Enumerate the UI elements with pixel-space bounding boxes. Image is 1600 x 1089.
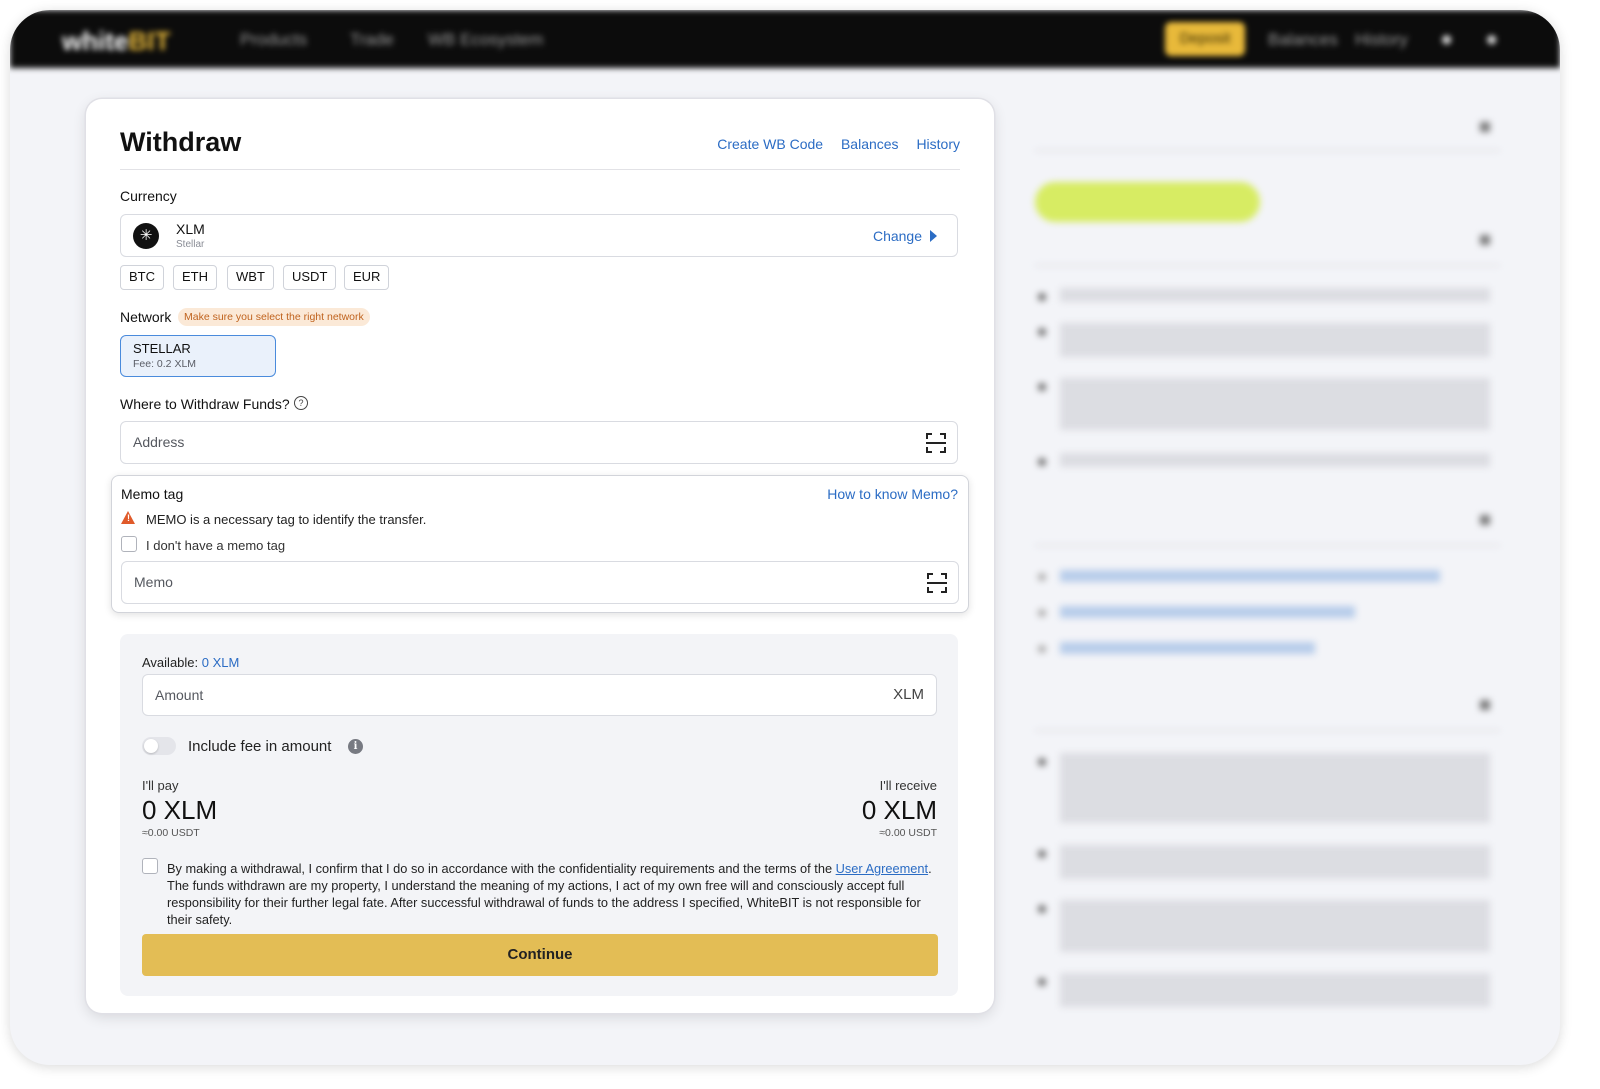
nav-history[interactable]: History — [1355, 30, 1408, 50]
chevron-icon[interactable] — [1480, 235, 1490, 245]
amount-unit: XLM — [893, 686, 924, 703]
currency-code: XLM — [176, 221, 205, 237]
receive-label: I'll receive — [879, 778, 937, 793]
logo[interactable]: whiteBIT — [62, 26, 170, 57]
how-to-know-memo-link[interactable]: How to know Memo? — [827, 486, 958, 502]
available-value[interactable]: 0 XLM — [202, 655, 240, 670]
deposit-button[interactable]: Deposit — [1165, 22, 1245, 56]
app-window: whiteBIT Products Trade WB Ecosystem Dep… — [10, 10, 1560, 1065]
receive-value: 0 XLM — [861, 795, 937, 825]
no-memo-label: I don't have a memo tag — [146, 538, 286, 553]
currency-label: Currency — [120, 188, 177, 204]
info-sidebar — [1030, 110, 1500, 1030]
scan-qr-icon[interactable] — [926, 433, 946, 453]
scan-qr-icon[interactable] — [927, 573, 947, 593]
top-nav: whiteBIT Products Trade WB Ecosystem Dep… — [10, 10, 1560, 68]
no-memo-checkbox[interactable] — [121, 536, 137, 552]
pay-value: 0 XLM — [142, 795, 218, 825]
withdraw-card: Withdraw Create WB Code Balances History… — [86, 99, 994, 1013]
currency-name: Stellar — [176, 239, 205, 250]
user-agreement-link[interactable]: User Agreement — [836, 861, 928, 876]
chip-wbt[interactable]: WBT — [227, 265, 274, 290]
network-warning-badge: Make sure you select the right network — [178, 308, 370, 326]
balances-link[interactable]: Balances — [841, 136, 899, 152]
memo-placeholder: Memo — [134, 574, 173, 590]
stellar-icon: ✳ — [133, 223, 159, 249]
chip-eur[interactable]: EUR — [344, 265, 390, 290]
include-fee-toggle[interactable] — [142, 737, 176, 755]
chevron-icon[interactable] — [1480, 122, 1490, 132]
user-icon[interactable]: ● — [1440, 26, 1466, 52]
amount-placeholder: Amount — [155, 687, 204, 703]
include-fee-label: Include fee in amount — [188, 738, 332, 755]
continue-button[interactable]: Continue — [142, 934, 938, 976]
nav-products[interactable]: Products — [240, 30, 307, 50]
create-wb-code-link[interactable]: Create WB Code — [717, 136, 823, 152]
network-label: Network — [120, 309, 172, 325]
level-up-banner[interactable] — [1035, 182, 1260, 222]
memo-section: Memo tag How to know Memo? ! MEMO is a n… — [111, 475, 969, 613]
chip-usdt[interactable]: USDT — [283, 265, 337, 290]
nav-ecosystem[interactable]: WB Ecosystem — [428, 30, 543, 50]
chip-eth[interactable]: ETH — [173, 265, 217, 290]
network-fee: Fee: 0.2 XLM — [133, 358, 197, 370]
available-balance: Available: 0 XLM — [142, 655, 240, 670]
help-icon[interactable]: ? — [294, 396, 308, 410]
pay-usdt: ≈0.00 USDT — [142, 827, 200, 839]
network-option-stellar[interactable]: STELLAR Fee: 0.2 XLM — [120, 335, 276, 377]
nav-trade[interactable]: Trade — [350, 30, 394, 50]
info-icon[interactable]: i — [348, 739, 363, 754]
pay-label: I'll pay — [142, 778, 179, 793]
chevron-icon[interactable] — [1480, 515, 1490, 525]
change-currency-button[interactable]: Change — [873, 228, 937, 244]
currency-selector[interactable]: ✳ XLM Stellar Change — [120, 214, 958, 257]
divider — [120, 169, 960, 170]
address-placeholder: Address — [133, 434, 185, 450]
memo-title: Memo tag — [121, 486, 184, 502]
network-name: STELLAR — [133, 341, 191, 356]
chip-btc[interactable]: BTC — [120, 265, 164, 290]
chevron-icon[interactable] — [1480, 700, 1490, 710]
memo-input[interactable]: Memo — [121, 561, 959, 604]
agreement-checkbox[interactable] — [142, 858, 158, 874]
nav-balances[interactable]: Balances — [1268, 30, 1338, 50]
agreement-text: By making a withdrawal, I confirm that I… — [167, 861, 932, 927]
amount-input[interactable]: Amount XLM — [142, 674, 937, 716]
history-link[interactable]: History — [916, 136, 960, 152]
address-input[interactable]: Address — [120, 421, 958, 464]
memo-warning-text: MEMO is a necessary tag to identify the … — [146, 512, 427, 527]
header-links: Create WB Code Balances History — [703, 136, 960, 152]
caret-right-icon — [930, 230, 937, 242]
amount-panel: Available: 0 XLM Amount XLM Include fee … — [120, 634, 958, 996]
where-label: Where to Withdraw Funds? — [120, 396, 290, 412]
settings-icon[interactable]: ● — [1485, 26, 1511, 52]
page-title: Withdraw — [120, 127, 242, 157]
receive-usdt: ≈0.00 USDT — [879, 827, 937, 839]
